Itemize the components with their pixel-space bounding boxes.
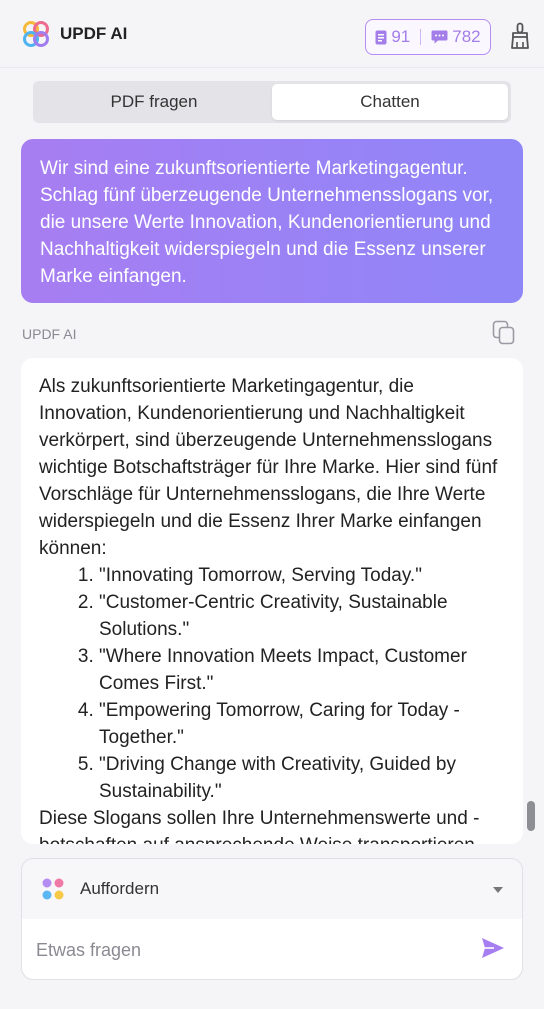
caret-down-icon[interactable] bbox=[492, 886, 504, 894]
chat-count: 782 bbox=[452, 27, 481, 46]
chat-scrollbar[interactable] bbox=[527, 801, 535, 831]
four-dots-icon bbox=[42, 878, 64, 900]
list-item: "Where Innovation Meets Impact, Customer… bbox=[99, 643, 505, 697]
chat-counter: 782 bbox=[431, 27, 481, 47]
ai-response-intro: Als zukunftsorientierte Marketingagentur… bbox=[39, 376, 498, 559]
copy-icon[interactable] bbox=[492, 320, 516, 346]
chat-bubble-icon bbox=[431, 30, 448, 44]
prompt-selector[interactable]: Auffordern bbox=[22, 859, 522, 919]
send-icon[interactable] bbox=[480, 936, 506, 960]
slogan-list: "Innovating Tomorrow, Serving Today." "C… bbox=[39, 562, 505, 805]
list-item: "Empowering Tomorrow, Caring for Today -… bbox=[99, 697, 505, 751]
updf-logo-icon bbox=[23, 20, 49, 47]
question-input-box bbox=[22, 919, 522, 979]
document-icon bbox=[375, 30, 387, 44]
tab-chatten[interactable]: Chatten bbox=[272, 84, 508, 120]
ai-response-outro: Diese Slogans sollen Ihre Unternehmenswe… bbox=[39, 808, 480, 844]
pdf-count: 91 bbox=[391, 27, 411, 46]
broom-icon[interactable] bbox=[508, 22, 532, 50]
list-item: "Driving Change with Creativity, Guided … bbox=[99, 751, 505, 805]
pdf-counter: 91 bbox=[375, 27, 410, 47]
ai-sender-label: UPDF AI bbox=[22, 326, 77, 342]
tab-pdf-fragen[interactable]: PDF fragen bbox=[36, 84, 272, 120]
mode-tabs: PDF fragen Chatten bbox=[33, 81, 511, 123]
usage-counters[interactable]: 91 782 bbox=[365, 19, 491, 55]
composer: Auffordern bbox=[21, 858, 523, 980]
list-item: "Customer-Centric Creativity, Sustainabl… bbox=[99, 589, 505, 643]
counter-divider bbox=[420, 29, 422, 45]
question-input[interactable] bbox=[36, 935, 456, 965]
user-message: Wir sind eine zukunftsorientierte Market… bbox=[21, 139, 523, 303]
app-title: UPDF AI bbox=[60, 23, 128, 43]
ai-response-card: Als zukunftsorientierte Marketingagentur… bbox=[21, 358, 523, 844]
prompt-label: Auffordern bbox=[80, 879, 160, 898]
list-item: "Innovating Tomorrow, Serving Today." bbox=[99, 562, 505, 589]
ai-response-body: Als zukunftsorientierte Marketingagentur… bbox=[21, 358, 523, 844]
